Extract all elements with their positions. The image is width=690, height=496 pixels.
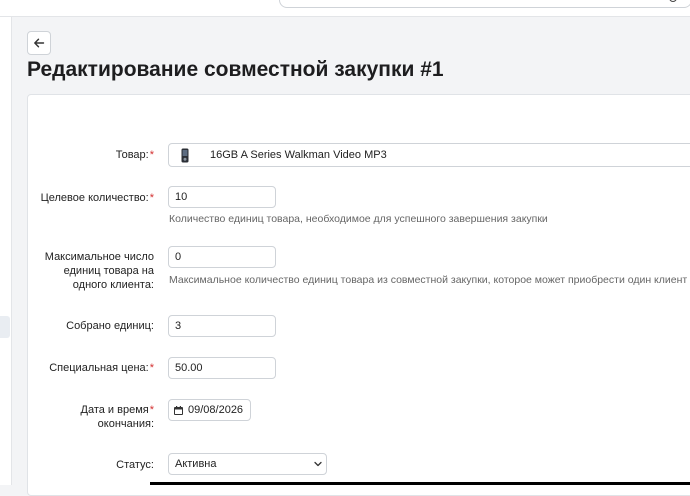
- status-select[interactable]: Активна: [168, 453, 327, 475]
- special-price-input[interactable]: 50.00: [168, 357, 276, 379]
- target-qty-input[interactable]: 10: [168, 186, 276, 208]
- target-qty-help: Количество единиц товара, необходимое дл…: [169, 213, 548, 225]
- top-bar: [0, 0, 690, 17]
- max-per-client-input[interactable]: 0: [168, 246, 276, 268]
- end-date-input[interactable]: 09/08/2026: [168, 399, 251, 421]
- chevron-down-icon: [314, 461, 322, 467]
- sidebar-active-item[interactable]: [0, 316, 10, 338]
- status-value: Активна: [175, 458, 217, 470]
- product-name: 16GB A Series Walkman Video MP3: [210, 149, 387, 161]
- required-marker: *: [149, 149, 154, 161]
- calendar-icon: [174, 405, 183, 415]
- search-icon[interactable]: [669, 0, 677, 2]
- required-marker: *: [149, 362, 154, 374]
- required-marker: *: [149, 192, 154, 204]
- product-label: Товар:*: [115, 149, 154, 161]
- mp3-player-thumbnail: [181, 148, 189, 162]
- end-date-label: Дата и время* окончания:: [80, 404, 155, 430]
- back-button[interactable]: [27, 31, 51, 55]
- top-search-input[interactable]: [279, 0, 690, 8]
- status-label: Статус:: [116, 459, 154, 471]
- required-marker: *: [149, 404, 154, 416]
- left-sidebar: [0, 17, 12, 485]
- collected-label: Собрано единиц:: [66, 320, 154, 332]
- page-title: Редактирование совместной закупки #1: [27, 58, 444, 81]
- end-date-value: 09/08/2026: [188, 404, 244, 416]
- collected-input[interactable]: 3: [168, 315, 276, 337]
- special-price-label: Специальная цена:*: [49, 362, 154, 374]
- max-per-client-label: Максимальное число единиц товара на одно…: [44, 251, 154, 291]
- target-qty-label: Целевое количество:*: [40, 192, 154, 204]
- product-field[interactable]: 16GB A Series Walkman Video MP3: [168, 143, 690, 167]
- arrow-left-icon: [34, 38, 45, 48]
- max-per-client-help: Максимальное количество единиц товара из…: [169, 274, 688, 286]
